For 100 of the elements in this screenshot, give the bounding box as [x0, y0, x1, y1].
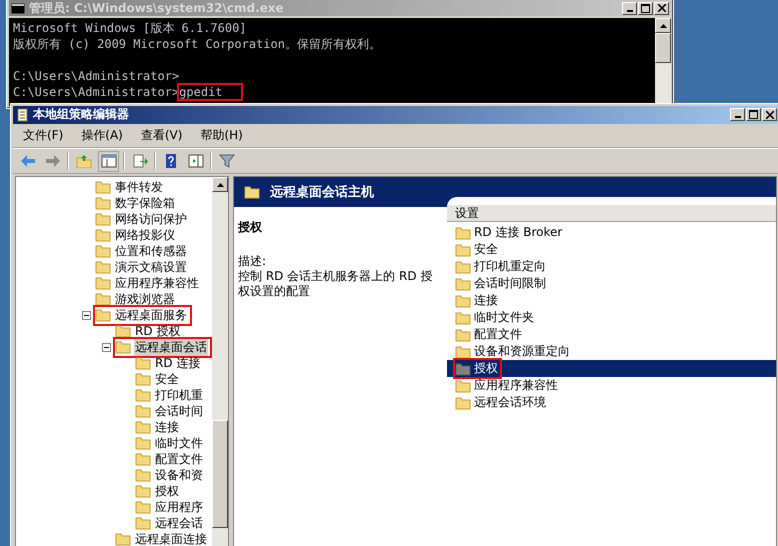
- tree-item[interactable]: 连接: [154, 418, 180, 436]
- tree-item[interactable]: 应用程序兼容性: [114, 274, 200, 292]
- tree-item[interactable]: 事件转发: [114, 178, 164, 196]
- scrollbar[interactable]: [655, 18, 671, 106]
- window-title: 本地组策略编辑器: [33, 106, 130, 124]
- setting-row[interactable]: 临时文件夹: [447, 309, 776, 326]
- folder-icon: [135, 516, 151, 530]
- window-title: 管理员: C:\Windows\system32\cmd.exe: [29, 0, 285, 16]
- folder-up-icon: [76, 154, 92, 168]
- minimize-icon: [626, 10, 632, 12]
- tree-item[interactable]: 授权: [154, 482, 180, 500]
- setting-row[interactable]: 安全: [447, 241, 776, 258]
- maximize-icon: [641, 4, 650, 12]
- minimize-button[interactable]: [730, 108, 745, 122]
- folder-icon: [95, 292, 111, 306]
- console-icon: [11, 2, 25, 14]
- filter-icon: [218, 154, 234, 168]
- folder-icon: [115, 324, 131, 338]
- arrow-up-icon: [216, 182, 224, 187]
- tree-item[interactable]: 临时文件: [154, 434, 204, 452]
- folder-icon: [455, 362, 471, 376]
- tree-item[interactable]: 安全: [154, 370, 180, 388]
- close-button[interactable]: [654, 2, 669, 14]
- folder-icon: [455, 260, 471, 274]
- folder-icon: [115, 532, 131, 546]
- folder-icon: [455, 226, 471, 240]
- collapse-icon[interactable]: [82, 310, 91, 320]
- folder-icon: [95, 260, 111, 274]
- folder-icon: [455, 276, 471, 291]
- folder-icon: [455, 310, 471, 325]
- folder-icon: [135, 436, 151, 450]
- folder-icon: [455, 396, 471, 410]
- tree-item[interactable]: 会话时间: [154, 402, 204, 420]
- tree-item[interactable]: RD 授权: [134, 322, 182, 340]
- folder-icon: [95, 276, 111, 290]
- column-header[interactable]: 设置: [447, 205, 776, 222]
- collapse-icon[interactable]: [102, 342, 111, 352]
- back-arrow-icon: [20, 154, 36, 168]
- tree-item[interactable]: 网络投影仪: [114, 226, 176, 244]
- close-button[interactable]: [762, 108, 777, 122]
- tree-item[interactable]: 打印机重: [154, 386, 204, 404]
- folder-icon: [135, 404, 151, 418]
- tree-item[interactable]: 远程桌面会话: [134, 338, 208, 356]
- folder-icon: [135, 388, 151, 402]
- tree-item[interactable]: 配置文件: [154, 450, 204, 468]
- setting-row[interactable]: RD 连接 Broker: [447, 224, 776, 242]
- close-icon: [658, 4, 666, 12]
- maximize-button[interactable]: [638, 2, 653, 14]
- folder-icon: [95, 228, 111, 242]
- folder-icon: [455, 328, 471, 342]
- folder-icon: [135, 500, 151, 514]
- folder-icon: [135, 484, 151, 498]
- folder-icon: [455, 294, 471, 308]
- setting-row[interactable]: 配置文件: [447, 326, 776, 344]
- tree-item[interactable]: RD 连接: [154, 354, 202, 372]
- setting-row[interactable]: 设备和资源重定向: [447, 343, 776, 360]
- setting-row[interactable]: 连接: [447, 292, 776, 310]
- folder-icon: [244, 185, 260, 200]
- folder-icon: [135, 372, 151, 386]
- folder-icon: [95, 196, 111, 210]
- folder-icon: [95, 308, 111, 322]
- tree-item[interactable]: 应用程序: [154, 498, 204, 516]
- folder-icon: [95, 244, 111, 258]
- item-title: 授权: [238, 219, 263, 236]
- setting-row[interactable]: 打印机重定向: [447, 258, 776, 276]
- folder-icon: [135, 468, 151, 482]
- tree-item[interactable]: 演示文稿设置: [114, 258, 188, 276]
- scrollbar[interactable]: [212, 177, 228, 546]
- menu-item[interactable]: 操作(A): [77, 126, 127, 146]
- tree-item[interactable]: 网络访问保护: [114, 210, 188, 228]
- setting-row[interactable]: 授权: [447, 360, 776, 378]
- setting-row[interactable]: 应用程序兼容性: [447, 377, 776, 394]
- minimize-button[interactable]: [622, 2, 637, 14]
- folder-icon: [135, 452, 151, 466]
- export-icon: [132, 154, 148, 168]
- menu-item[interactable]: 文件(F): [19, 126, 68, 146]
- maximize-icon: [749, 110, 758, 120]
- folder-icon: [115, 340, 131, 354]
- minimize-icon: [734, 116, 740, 118]
- console-line: 版权所有 (c) 2009 Microsoft Corporation。保留所有权利。: [13, 36, 382, 52]
- tree-item[interactable]: 设备和资: [154, 466, 204, 484]
- menu-item[interactable]: 查看(V): [136, 126, 186, 146]
- maximize-button[interactable]: [746, 108, 761, 122]
- panel-button[interactable]: [98, 150, 119, 172]
- tree-item[interactable]: 位置和传感器: [114, 242, 188, 260]
- tree-item[interactable]: 数字保险箱: [114, 194, 176, 212]
- arrow-up-icon: [660, 24, 666, 28]
- forward-arrow-icon: [44, 154, 60, 168]
- folder-icon: [455, 242, 471, 257]
- setting-row[interactable]: 远程会话环境: [447, 394, 776, 412]
- tree-item[interactable]: 远程桌面服务: [114, 306, 188, 324]
- menu-item[interactable]: 帮助(H): [196, 126, 247, 146]
- tree-item[interactable]: 远程桌面连接: [134, 530, 208, 546]
- panel-icon: [188, 154, 204, 168]
- scroll-icon: [15, 108, 29, 122]
- tree-item[interactable]: 远程会话: [154, 514, 204, 532]
- folder-icon: [135, 420, 151, 434]
- setting-row[interactable]: 会话时间限制: [447, 275, 776, 292]
- tree-item[interactable]: 游戏浏览器: [114, 290, 176, 308]
- console-line: C:\Users\Administrator>: [13, 68, 180, 84]
